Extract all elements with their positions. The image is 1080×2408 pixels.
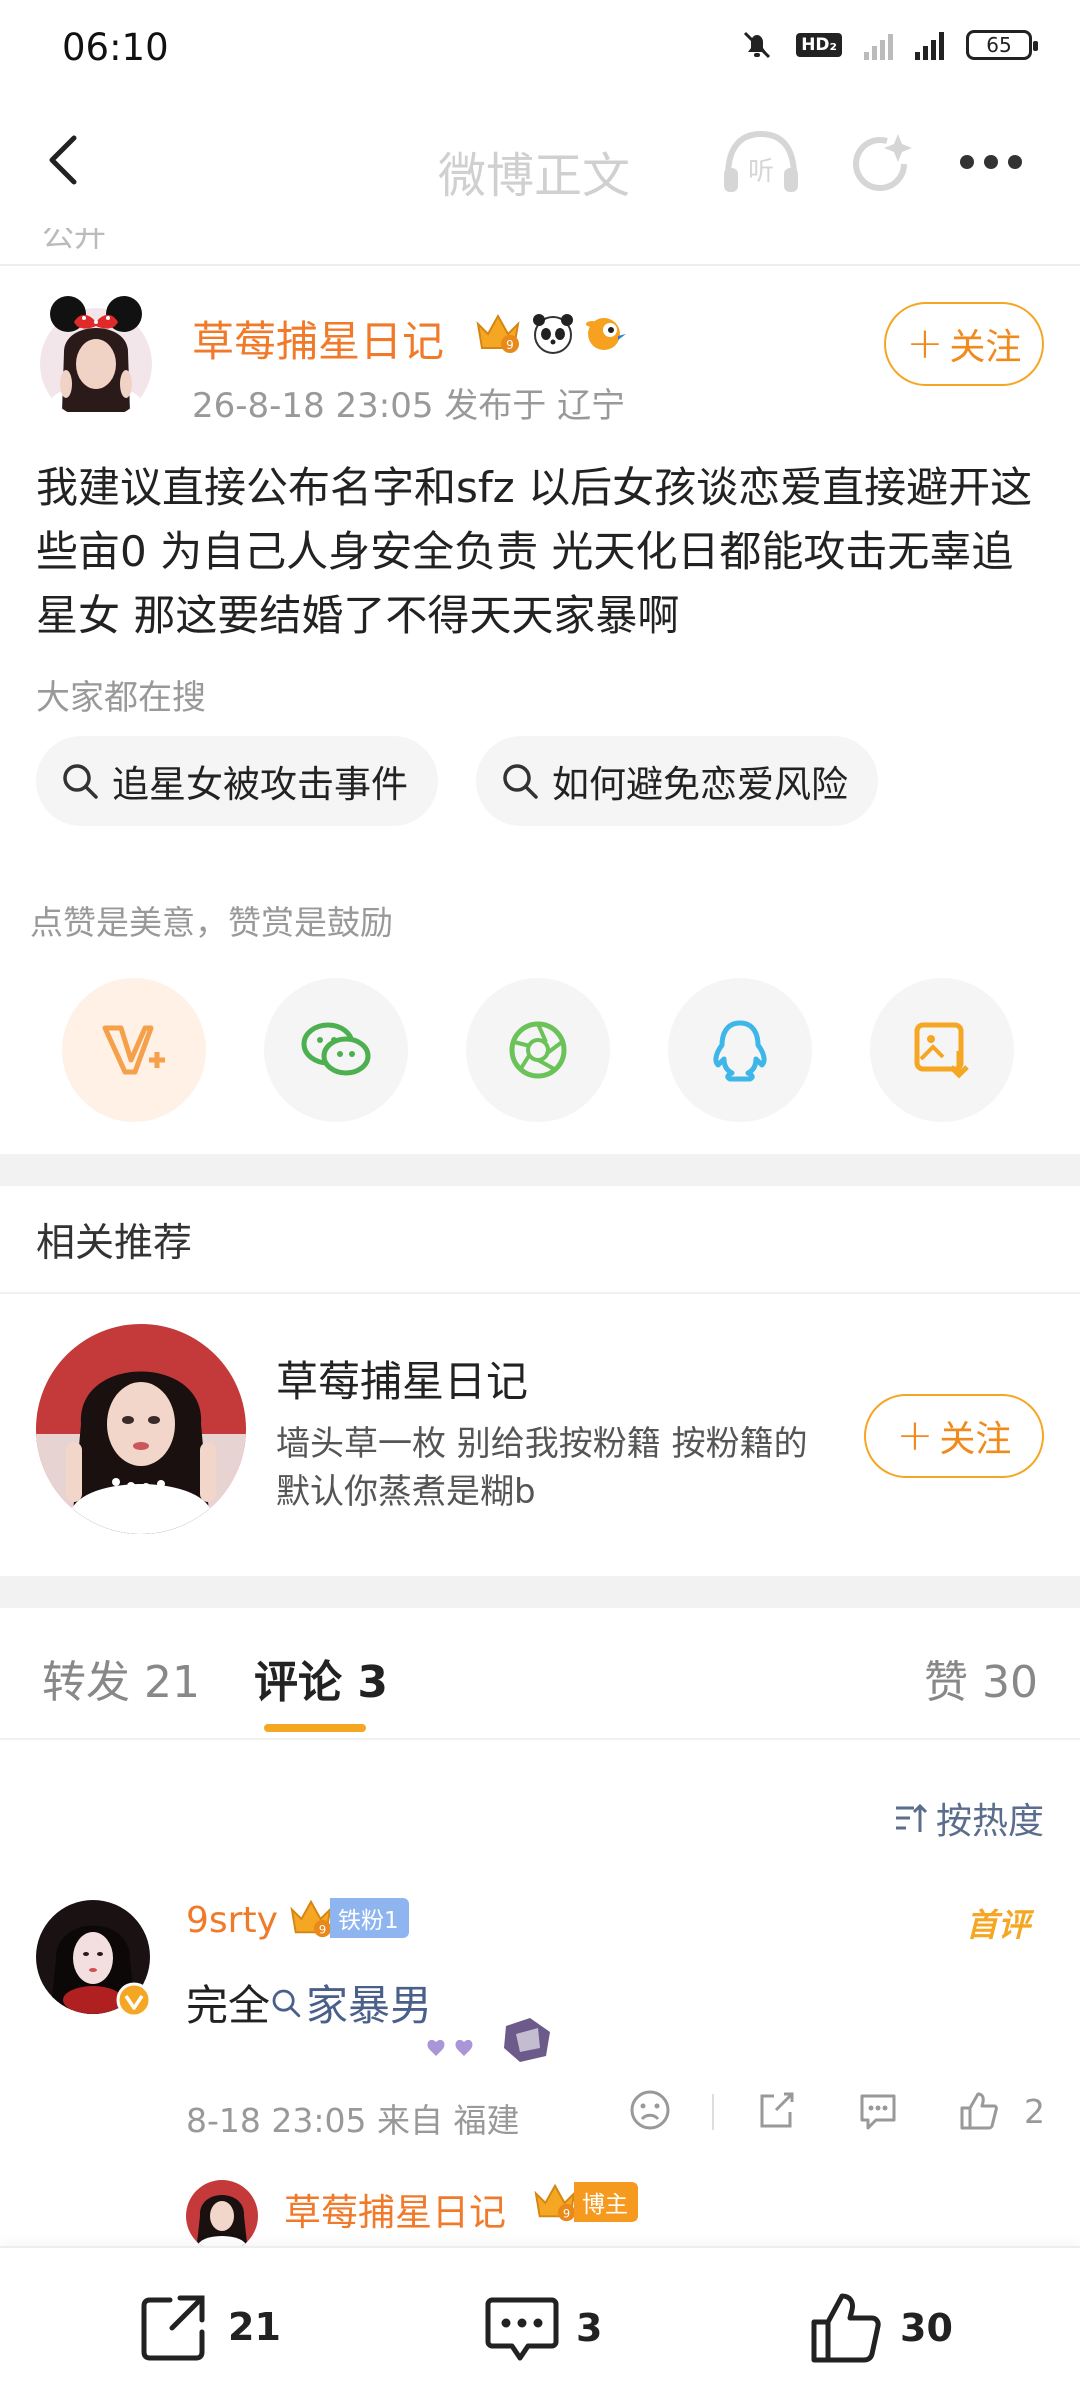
bottom-action-bar: 21 3 30: [0, 2246, 1080, 2408]
like-thumb-icon[interactable]: [956, 2088, 1000, 2132]
bottom-comment-button[interactable]: 3: [482, 2288, 602, 2368]
author-badges: 9: [472, 310, 628, 356]
status-icons: HD₂ 65: [740, 28, 1038, 62]
crown-badge-icon: 9: [290, 1899, 332, 1938]
sort-by-hot-button[interactable]: 按热度: [892, 1792, 1044, 1844]
wechat-icon: [301, 1022, 371, 1076]
back-arrow-icon[interactable]: [36, 130, 96, 190]
follow-button[interactable]: + 关注: [884, 302, 1044, 386]
share-moments-button[interactable]: [466, 978, 610, 1122]
author-badge: 9 博主: [530, 2180, 638, 2224]
hd-voice-icon: HD₂: [796, 33, 842, 57]
more-menu-icon[interactable]: [960, 150, 1032, 174]
reply-author-name[interactable]: 草莓捕星日记: [284, 2182, 506, 2236]
topic-search-link[interactable]: 家暴男: [270, 1972, 432, 2033]
svg-text:9: 9: [563, 2206, 570, 2220]
related-title: 相关推荐: [36, 1221, 193, 1266]
nav-bar: 微博正文 听: [0, 100, 1080, 228]
status-bar: 06:10 HD₂ 65: [0, 0, 1080, 100]
tab-like[interactable]: 赞 30: [924, 1646, 1038, 1710]
mute-bell-icon: [744, 31, 771, 59]
section-gap: [0, 1154, 1080, 1186]
save-image-icon: [914, 1022, 969, 1079]
divider: [0, 1292, 1080, 1294]
tab-repost[interactable]: 转发 21: [42, 1646, 200, 1710]
interaction-tabs: 转发 21 评论 3 赞 30: [0, 1610, 1080, 1740]
page-title: 微博正文: [438, 148, 631, 204]
svg-text:9: 9: [319, 1922, 326, 1936]
repost-icon: [141, 2295, 205, 2361]
fan-level-badge: 9 铁粉1: [286, 1896, 409, 1940]
post-header: 草莓捕星日记 9 26-8-18 23:05 发布于 辽宁 + 关注: [0, 266, 1080, 446]
bottom-like-button[interactable]: 30: [806, 2288, 953, 2368]
plus-icon: +: [906, 318, 944, 369]
recommend-name[interactable]: 草莓捕星日记: [276, 1348, 528, 1409]
save-image-button[interactable]: [870, 978, 1014, 1122]
battery-icon: 65: [966, 30, 1038, 60]
post-time-location: 26-8-18 23:05 发布于 辽宁: [192, 386, 626, 426]
moments-icon: [509, 1021, 567, 1079]
bird-badge-icon: [586, 318, 626, 350]
recommend-description: 墙头草一枚 别给我按粉籍 按粉籍的默认你蒸煮是糊b: [276, 1424, 808, 1512]
reply-comment-icon[interactable]: [856, 2088, 900, 2132]
wifi-signal-icon: [864, 30, 893, 60]
commenter-name[interactable]: 9srty: [186, 1900, 278, 1941]
divider: [712, 2094, 714, 2130]
reward-label: 点赞是美意，赞赏是鼓励: [30, 903, 393, 942]
recommend-follow-button[interactable]: + 关注: [864, 1394, 1044, 1478]
plus-icon: +: [896, 1410, 934, 1461]
svg-text:9: 9: [506, 338, 514, 352]
divider: [0, 1738, 1080, 1740]
reward-button[interactable]: [62, 978, 206, 1122]
comment-content: 完全 家暴男: [176, 1954, 556, 2044]
like-thumb-icon: [811, 2293, 881, 2363]
comment-actions: 2: [620, 2084, 1050, 2142]
author-name[interactable]: 草莓捕星日记: [192, 308, 444, 369]
bottom-repost-button[interactable]: 21: [136, 2288, 281, 2366]
refresh-icon[interactable]: [848, 128, 916, 196]
hot-search-label: 大家都在搜: [36, 678, 206, 718]
reward-v-icon: [102, 1025, 165, 1075]
comment-like-count: 2: [1024, 2092, 1045, 2131]
qq-icon: [713, 1020, 767, 1082]
share-row: [0, 974, 1080, 1124]
first-comment-badge: 首评: [965, 1906, 1030, 1944]
listen-headphones-icon[interactable]: 听: [720, 128, 802, 196]
status-time: 06:10: [62, 26, 169, 69]
verified-v-icon: [116, 1982, 152, 2018]
comment-time-location: 8-18 23:05 来自 福建: [186, 2101, 520, 2140]
cellular-signal-icon: [915, 30, 944, 60]
search-icon: [503, 764, 538, 799]
visibility-label: 公开: [0, 228, 1080, 266]
post-text: 我建议直接公布名字和sfz 以后女孩谈恋爱直接避开这些亩0 为自己人身安全负责 …: [36, 463, 1033, 640]
panda-badge-icon: [533, 314, 573, 354]
search-icon: [63, 764, 98, 799]
dislike-face-icon[interactable]: [628, 2088, 672, 2132]
hot-search-chip-2[interactable]: 如何避免恋爱风险: [476, 736, 878, 826]
section-gap: [0, 1576, 1080, 1608]
reply-author-avatar[interactable]: [186, 2180, 258, 2252]
author-avatar[interactable]: [38, 292, 154, 422]
crown-badge-icon: 9: [476, 313, 520, 353]
hot-search-chip-1[interactable]: 追星女被攻击事件: [36, 736, 438, 826]
crown-badge-icon: 9: [534, 2183, 576, 2222]
search-icon: [272, 1989, 301, 2017]
hearts-sticker-icon: [427, 2018, 550, 2062]
active-tab-indicator: [264, 1724, 366, 1732]
comment-icon: [485, 2297, 559, 2361]
recommend-avatar[interactable]: [36, 1324, 246, 1534]
share-qq-button[interactable]: [668, 978, 812, 1122]
svg-text:听: 听: [748, 157, 774, 187]
tab-comment[interactable]: 评论 3: [254, 1646, 388, 1710]
share-wechat-button[interactable]: [264, 978, 408, 1122]
share-icon[interactable]: [754, 2088, 798, 2132]
sort-icon: [895, 1803, 928, 1832]
